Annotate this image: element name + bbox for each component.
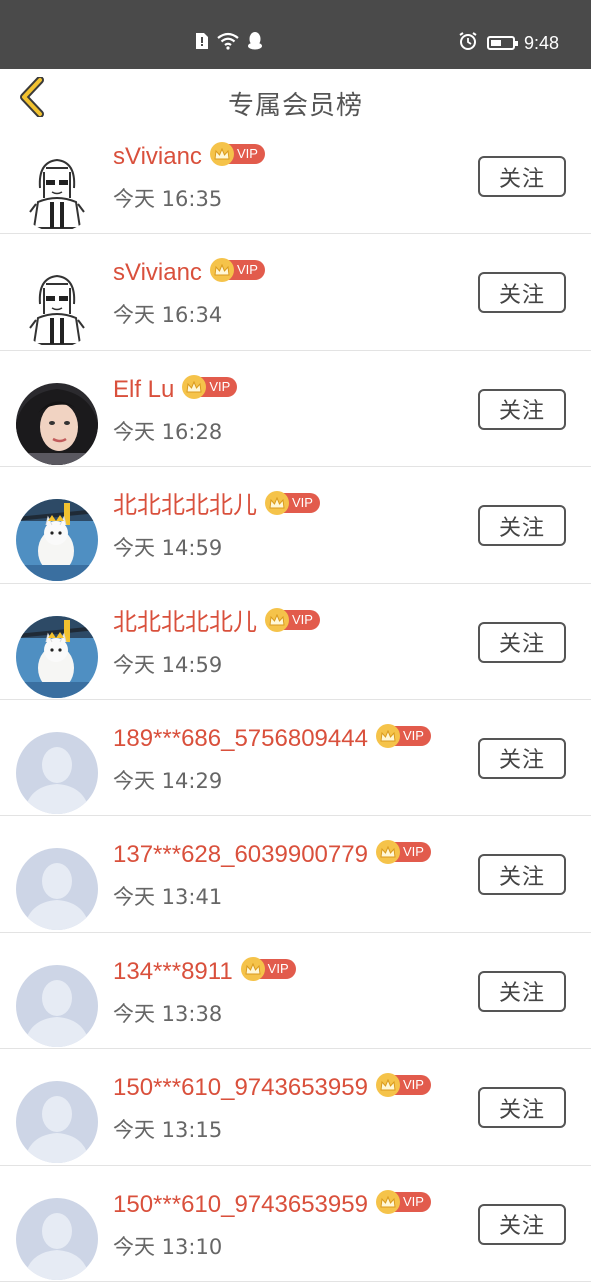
- vip-badge: VIP: [375, 1189, 431, 1214]
- member-row[interactable]: sVivianc VIP 今天 16:35 关注: [0, 118, 591, 235]
- vip-badge: VIP: [375, 1073, 431, 1098]
- default-user-avatar[interactable]: [16, 848, 98, 931]
- vip-badge: VIP: [182, 374, 238, 399]
- vip-badge: VIP: [240, 956, 296, 981]
- crown-icon: [240, 956, 265, 981]
- member-name[interactable]: 137***628_6039900779: [113, 838, 368, 872]
- member-row[interactable]: 137***628_6039900779 VIP 今天 13:41 关注: [0, 816, 591, 933]
- page-title: 专属会员榜: [227, 91, 363, 121]
- photo-woman-avatar[interactable]: [16, 382, 98, 465]
- member-row[interactable]: 150***610_9743653959 VIP 今天 13:10 关注: [0, 1166, 591, 1282]
- member-time: 今天 14:59: [113, 652, 223, 677]
- member-row[interactable]: 150***610_9743653959 VIP 今天 13:15 关注: [0, 1049, 591, 1166]
- status-right-icons: 9:48: [458, 31, 559, 55]
- member-name[interactable]: 189***686_5756809444: [113, 722, 368, 756]
- follow-button[interactable]: 关注: [478, 970, 566, 1012]
- member-time: 今天 16:35: [113, 187, 223, 211]
- status-bar: 9:48: [0, 0, 591, 69]
- vip-badge: VIP: [265, 607, 320, 632]
- follow-button[interactable]: 关注: [478, 621, 566, 663]
- member-name[interactable]: 北北北北北儿: [113, 606, 257, 640]
- crown-icon: [209, 142, 234, 166]
- follow-button[interactable]: 关注: [478, 272, 566, 314]
- member-time: 今天 16:34: [113, 303, 223, 328]
- crown-icon: [182, 374, 207, 399]
- follow-button[interactable]: 关注: [478, 156, 566, 197]
- member-name-line: 150***610_9743653959 VIP: [113, 1188, 431, 1222]
- follow-button[interactable]: 关注: [478, 505, 566, 547]
- member-row[interactable]: sVivianc VIP 今天 16:34 关注: [0, 234, 591, 351]
- crown-icon: [375, 723, 400, 748]
- crown-icon: [265, 607, 289, 632]
- member-row[interactable]: 北北北北北儿 VIP 今天 14:59 关注: [0, 467, 591, 584]
- member-name[interactable]: 北北北北北儿: [113, 489, 257, 523]
- member-name-line: 189***686_5756809444 VIP: [113, 722, 431, 756]
- member-name-line: sVivianc VIP: [113, 140, 265, 174]
- vip-badge: VIP: [209, 258, 265, 283]
- battery-icon: [486, 36, 518, 50]
- qq-icon: [247, 31, 263, 55]
- member-name[interactable]: sVivianc: [113, 140, 202, 174]
- member-name[interactable]: Elf Lu: [113, 373, 174, 407]
- member-name-line: 北北北北北儿 VIP: [113, 489, 320, 523]
- crown-icon: [375, 1073, 400, 1098]
- member-name-line: 北北北北北儿 VIP: [113, 606, 320, 640]
- member-name[interactable]: 150***610_9743653959: [113, 1071, 368, 1105]
- wifi-icon: [217, 32, 239, 54]
- member-time: 今天 14:59: [113, 536, 223, 561]
- member-time: 今天 13:15: [113, 1118, 223, 1143]
- follow-button[interactable]: 关注: [478, 854, 566, 896]
- alarm-icon: [458, 31, 478, 55]
- member-name-line: 134***8911 VIP: [113, 955, 296, 989]
- vip-badge: VIP: [209, 142, 265, 166]
- member-time: 今天 14:29: [113, 768, 223, 793]
- vip-badge: VIP: [375, 723, 431, 748]
- follow-button[interactable]: 关注: [478, 737, 566, 779]
- member-name[interactable]: sVivianc: [113, 256, 202, 290]
- default-user-avatar[interactable]: [16, 1197, 98, 1280]
- follow-button[interactable]: 关注: [478, 388, 566, 430]
- follow-button[interactable]: 关注: [478, 1203, 566, 1245]
- vip-badge: VIP: [265, 491, 320, 516]
- member-time: 今天 16:28: [113, 419, 223, 444]
- member-name-line: Elf Lu VIP: [113, 373, 238, 407]
- default-user-avatar[interactable]: [16, 731, 98, 814]
- member-time: 今天 13:10: [113, 1234, 223, 1259]
- sim-alert-icon: [195, 32, 209, 54]
- default-user-avatar[interactable]: [16, 964, 98, 1047]
- crown-icon: [265, 491, 289, 516]
- member-name[interactable]: 150***610_9743653959: [113, 1188, 368, 1222]
- member-list: sVivianc VIP 今天 16:35 关注 sVivianc VIP 今天 16:3…: [0, 118, 591, 1282]
- member-time: 今天 13:38: [113, 1001, 223, 1026]
- photo-cat-avatar[interactable]: [16, 499, 98, 582]
- cartoon-girl-avatar[interactable]: [16, 266, 98, 349]
- member-row[interactable]: 北北北北北儿 VIP 今天 14:59 关注: [0, 584, 591, 700]
- member-row[interactable]: 189***686_5756809444 VIP 今天 14:29 关注: [0, 700, 591, 817]
- member-time: 今天 13:41: [113, 885, 223, 910]
- member-row[interactable]: 134***8911 VIP 今天 13:38 关注: [0, 933, 591, 1050]
- clock: 9:48: [523, 32, 559, 53]
- status-left-icons: [195, 31, 263, 55]
- member-name-line: 137***628_6039900779 VIP: [113, 838, 431, 872]
- member-name-line: sVivianc VIP: [113, 256, 265, 290]
- cartoon-girl-avatar[interactable]: [16, 150, 98, 232]
- crown-icon: [375, 1189, 400, 1214]
- photo-cat-avatar[interactable]: [16, 615, 98, 698]
- vip-badge: VIP: [375, 840, 431, 865]
- default-user-avatar[interactable]: [16, 1081, 98, 1164]
- member-row[interactable]: Elf Lu VIP 今天 16:28 关注: [0, 351, 591, 468]
- member-name[interactable]: 134***8911: [113, 955, 233, 989]
- member-name-line: 150***610_9743653959 VIP: [113, 1071, 431, 1105]
- follow-button[interactable]: 关注: [478, 1087, 566, 1129]
